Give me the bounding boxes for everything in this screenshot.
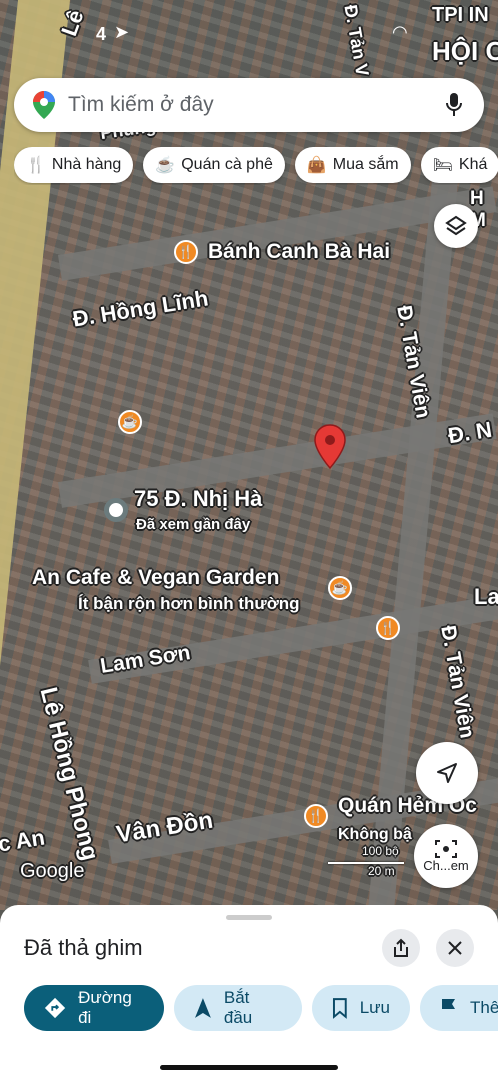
chip-label: Quán cà phê — [181, 156, 273, 173]
chip-cafe[interactable]: ☕ Quán cà phê — [143, 147, 285, 183]
place-quan-hem-sub: Không bậ — [338, 826, 412, 843]
layers-button[interactable] — [434, 204, 478, 248]
bottom-sheet[interactable]: Đã thả ghim Đường đi Bắt đầu Lưu Thê — [0, 905, 498, 1080]
street-label-hong-linh: Đ. Hồng Lĩnh — [70, 285, 210, 332]
bookmark-icon — [332, 998, 347, 1019]
directions-label: Đường đi — [78, 988, 132, 1027]
status-network: TPI IN — [432, 4, 489, 26]
bed-icon: 🛏 — [432, 157, 453, 174]
chip-label: Mua sắm — [332, 156, 399, 173]
street-label-c-an: c An — [0, 824, 47, 857]
cafe-poi-icon-2[interactable]: ☕ — [328, 576, 352, 600]
navigation-icon — [194, 998, 211, 1018]
chip-restaurants[interactable]: 🍴 Nhà hàng — [14, 147, 134, 183]
chip-hotels[interactable]: 🛏 Khá — [420, 147, 498, 183]
microphone-icon[interactable] — [444, 92, 464, 118]
sheet-drag-handle[interactable] — [226, 915, 272, 920]
directions-button[interactable]: Đường đi — [24, 985, 164, 1031]
maps-pin-icon — [33, 91, 55, 119]
search-bar[interactable]: Tìm kiếm ở đây — [14, 78, 484, 132]
share-icon — [394, 938, 408, 957]
close-button[interactable] — [436, 929, 474, 967]
shopping-bag-icon: 👜 — [306, 157, 327, 174]
share-button[interactable] — [382, 929, 420, 967]
street-label-la: La — [474, 584, 498, 609]
close-icon — [448, 941, 462, 955]
scale-ft: 100 bộ — [362, 844, 399, 858]
start-label: Bắt đầu — [223, 988, 253, 1027]
chip-label: Nhà hàng — [51, 156, 122, 173]
directions-icon — [44, 997, 66, 1019]
street-label-tan-vien-2: Đ. Tản Viên — [436, 623, 479, 741]
place-banh-canh[interactable]: Bánh Canh Bà Hai — [208, 240, 390, 264]
add-label-text: Thê — [470, 998, 498, 1017]
street-view-button[interactable]: Ch...em — [414, 824, 478, 888]
google-logo: Google — [20, 860, 85, 882]
chip-label: Khá — [458, 156, 488, 173]
navigation-arrow-icon — [437, 763, 457, 783]
restaurant-poi-icon-3[interactable]: 🍴 — [304, 804, 328, 828]
scale-bar: 100 bộ 20 m — [328, 844, 408, 878]
place-address-sub: Đã xem gần đây — [136, 516, 251, 533]
restaurant-icon: 🍴 — [26, 157, 46, 174]
chip-shopping[interactable]: 👜 Mua sắm — [294, 147, 411, 183]
wifi-icon: ◠ — [392, 22, 408, 42]
sheet-title: Đã thả ghim — [24, 935, 143, 960]
recent-place-icon[interactable] — [104, 498, 128, 522]
cafe-poi-icon[interactable]: ☕ — [118, 410, 142, 434]
save-label: Lưu — [359, 998, 390, 1017]
action-buttons: Đường đi Bắt đầu Lưu Thê — [24, 985, 498, 1031]
category-chips: 🍴 Nhà hàng ☕ Quán cà phê 👜 Mua sắm 🛏 Khá — [14, 147, 498, 185]
place-address[interactable]: 75 Đ. Nhị Hà — [134, 486, 262, 512]
dropped-pin-icon[interactable] — [313, 424, 347, 470]
status-time: 4 — [96, 24, 107, 44]
scale-line — [328, 862, 404, 864]
place-an-cafe-sub: Ít bận rộn hơn bình thường — [78, 594, 300, 613]
restaurant-poi-icon[interactable]: 🍴 — [174, 240, 198, 264]
place-an-cafe[interactable]: An Cafe & Vegan Garden — [32, 566, 279, 590]
search-input[interactable]: Tìm kiếm ở đây — [68, 93, 444, 117]
start-button[interactable]: Bắt đầu — [174, 985, 302, 1031]
my-location-button[interactable] — [416, 742, 478, 804]
layers-icon — [445, 215, 467, 236]
scale-m: 20 m — [368, 864, 395, 878]
add-label-button[interactable]: Thê — [420, 985, 498, 1031]
home-indicator — [160, 1065, 338, 1070]
street-view-label: Ch...em — [423, 857, 469, 873]
street-label-d-n: Đ. N — [446, 416, 494, 449]
flag-icon — [442, 999, 455, 1018]
location-arrow-icon: ➤ — [114, 22, 130, 42]
camera-scan-icon — [435, 839, 457, 858]
coffee-icon: ☕ — [155, 157, 176, 174]
save-button[interactable]: Lưu — [312, 985, 410, 1031]
status-bar: 4 ➤ ◠ TPI IN — [0, 0, 498, 48]
restaurant-poi-icon-2[interactable]: 🍴 — [376, 616, 400, 640]
